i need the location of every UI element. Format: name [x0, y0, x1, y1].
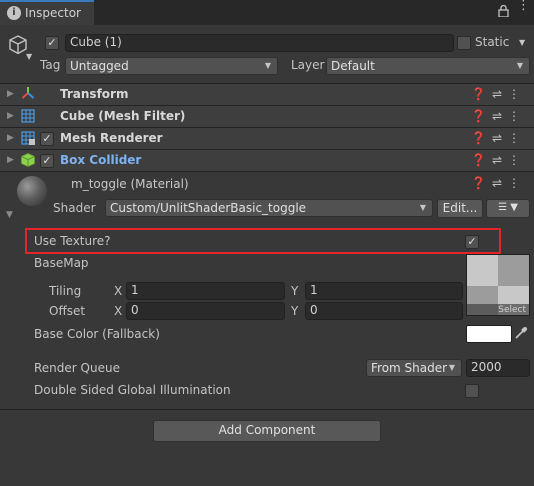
- use-texture-label: Use Texture?: [34, 234, 111, 248]
- component-title: Box Collider: [60, 153, 142, 167]
- eyedropper-icon[interactable]: [514, 326, 528, 343]
- render-queue-mode: From Shader: [371, 361, 448, 375]
- foldout-arrow-expanded-icon[interactable]: ▼: [6, 210, 13, 220]
- tiling-x-label: X: [114, 284, 123, 298]
- offset-y-label: Y: [291, 304, 299, 318]
- component-transform[interactable]: ▶ Transform ❓⇌⋮: [0, 83, 534, 105]
- static-label: Static: [475, 35, 510, 49]
- info-icon: i: [7, 6, 21, 20]
- render-queue-dropdown[interactable]: From Shader ▼: [366, 359, 462, 377]
- component-actions: ❓⇌⋮: [471, 109, 526, 123]
- help-icon[interactable]: ❓: [471, 109, 492, 123]
- tag-dropdown[interactable]: Untagged ▼: [65, 57, 278, 75]
- divider: [0, 409, 534, 410]
- kebab-menu-icon[interactable]: ⋮: [517, 0, 530, 12]
- double-sided-gi-label: Double Sided Global Illumination: [34, 383, 231, 397]
- presets-icon[interactable]: ⇌: [492, 176, 508, 190]
- shader-dropdown[interactable]: Custom/UnlitShaderBasic_toggle ▼: [105, 199, 433, 217]
- gameobject-cube-icon: [8, 35, 28, 58]
- chevron-down-icon: ▼: [448, 363, 455, 372]
- offset-label: Offset: [49, 304, 86, 318]
- component-mesh-renderer[interactable]: ▶ ✓ Mesh Renderer ❓⇌⋮: [0, 127, 534, 149]
- help-icon[interactable]: ❓: [471, 131, 492, 145]
- icon-dropdown-caret-icon[interactable]: ▼: [26, 52, 32, 61]
- offset-x-field[interactable]: 0: [126, 302, 285, 320]
- list-icon: ☰ ▼: [498, 202, 518, 213]
- presets-icon[interactable]: ⇌: [492, 131, 508, 145]
- component-actions: ❓⇌⋮: [471, 87, 526, 101]
- static-dropdown-arrow-icon[interactable]: ▼: [519, 38, 525, 47]
- divider: [0, 171, 534, 172]
- base-color-swatch[interactable]: [466, 325, 512, 343]
- mesh-renderer-icon: [21, 131, 35, 148]
- component-title: Mesh Renderer: [60, 131, 163, 145]
- basemap-label: BaseMap: [34, 256, 89, 270]
- box-collider-icon: [21, 153, 35, 170]
- active-checkbox[interactable]: ✓: [45, 36, 59, 50]
- help-icon[interactable]: ❓: [471, 176, 492, 190]
- component-actions: ❓⇌⋮: [471, 153, 526, 167]
- chevron-down-icon: ▼: [516, 61, 523, 70]
- tiling-label: Tiling: [49, 284, 82, 298]
- inspector-tab[interactable]: i Inspector: [0, 0, 94, 25]
- presets-icon[interactable]: ⇌: [492, 87, 508, 101]
- tiling-x-field[interactable]: 1: [126, 282, 285, 300]
- tiling-y-label: Y: [291, 284, 299, 298]
- component-enabled-checkbox[interactable]: ✓: [40, 154, 54, 168]
- edit-shader-button[interactable]: Edit...: [437, 199, 483, 218]
- context-menu-icon[interactable]: ⋮: [508, 153, 526, 167]
- presets-icon[interactable]: ⇌: [492, 109, 508, 123]
- component-title: Cube (Mesh Filter): [60, 109, 186, 123]
- context-menu-icon[interactable]: ⋮: [508, 131, 526, 145]
- base-color-label: Base Color (Fallback): [34, 327, 160, 341]
- context-menu-icon[interactable]: ⋮: [508, 109, 526, 123]
- foldout-arrow-icon[interactable]: ▶: [7, 133, 14, 143]
- shader-value: Custom/UnlitShaderBasic_toggle: [110, 201, 307, 215]
- double-sided-gi-checkbox[interactable]: [465, 384, 479, 398]
- render-queue-label: Render Queue: [34, 361, 120, 375]
- help-icon[interactable]: ❓: [471, 87, 492, 101]
- render-queue-value-field[interactable]: 2000: [466, 359, 530, 377]
- foldout-arrow-icon[interactable]: ▶: [7, 111, 14, 121]
- component-box-collider[interactable]: ▶ ✓ Box Collider ❓⇌⋮: [0, 149, 534, 171]
- chevron-down-icon: ▼: [264, 61, 271, 70]
- tag-label: Tag: [40, 58, 61, 72]
- help-icon[interactable]: ❓: [471, 153, 492, 167]
- layer-value: Default: [331, 59, 375, 73]
- material-actions: ❓⇌⋮: [471, 176, 526, 190]
- shader-options-button[interactable]: ☰ ▼: [486, 199, 530, 218]
- chevron-down-icon: ▼: [419, 203, 426, 212]
- tiling-y-field[interactable]: 1: [305, 282, 463, 300]
- component-actions: ❓⇌⋮: [471, 131, 526, 145]
- layer-label: Layer: [291, 58, 325, 72]
- select-texture-button[interactable]: Select: [467, 304, 529, 315]
- inspector-tab-label: Inspector: [25, 6, 81, 20]
- component-title: Transform: [60, 87, 129, 101]
- component-enabled-checkbox[interactable]: ✓: [40, 132, 54, 146]
- static-checkbox[interactable]: [457, 36, 471, 50]
- object-name-field[interactable]: Cube (1): [65, 34, 454, 52]
- offset-x-label: X: [114, 304, 123, 318]
- shader-label: Shader: [53, 201, 96, 215]
- context-menu-icon[interactable]: ⋮: [508, 176, 526, 190]
- texture-preview-tile: [467, 255, 498, 286]
- texture-preview-tile: [498, 255, 529, 286]
- context-menu-icon[interactable]: ⋮: [508, 87, 526, 101]
- material-title: m_toggle (Material): [71, 177, 189, 191]
- tag-value: Untagged: [70, 59, 129, 73]
- use-texture-checkbox[interactable]: ✓: [465, 235, 479, 249]
- foldout-arrow-icon[interactable]: ▶: [7, 89, 14, 99]
- layer-dropdown[interactable]: Default ▼: [326, 57, 530, 75]
- lock-icon[interactable]: [498, 4, 509, 20]
- mesh-filter-icon: [21, 109, 35, 126]
- presets-icon[interactable]: ⇌: [492, 153, 508, 167]
- material-preview-sphere: [17, 176, 47, 206]
- component-mesh-filter[interactable]: ▶ Cube (Mesh Filter) ❓⇌⋮: [0, 105, 534, 127]
- offset-y-field[interactable]: 0: [305, 302, 463, 320]
- basemap-texture-slot[interactable]: Select: [466, 254, 530, 316]
- foldout-arrow-icon[interactable]: ▶: [7, 155, 14, 165]
- transform-icon: [21, 86, 35, 103]
- add-component-button[interactable]: Add Component: [153, 420, 381, 442]
